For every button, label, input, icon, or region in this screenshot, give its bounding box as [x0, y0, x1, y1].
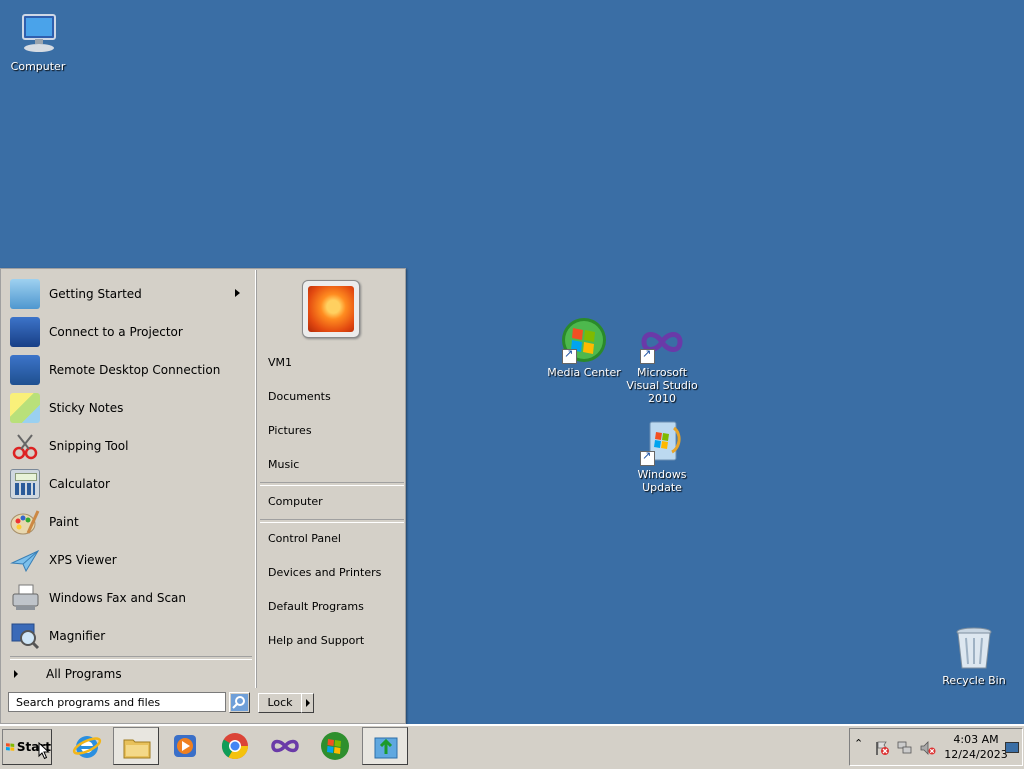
all-programs-label: All Programs — [46, 667, 122, 681]
taskbar-upload-app[interactable] — [362, 727, 408, 765]
user-picture[interactable] — [302, 280, 360, 338]
arrow-right-icon — [14, 670, 18, 678]
media-center-icon — [560, 316, 608, 364]
taskbar-windows-explorer[interactable] — [113, 727, 159, 765]
start-menu: Getting Started Connect to a Projector R… — [0, 268, 406, 724]
windows-logo-icon — [6, 743, 15, 751]
action-center-flag-icon[interactable] — [874, 740, 890, 756]
program-calculator[interactable]: Calculator — [10, 466, 250, 502]
programs-separator — [10, 656, 252, 660]
paint-icon — [10, 507, 40, 537]
getting-started-icon — [10, 279, 40, 309]
shortcut-arrow-icon — [640, 347, 655, 364]
place-music[interactable]: Music — [268, 456, 299, 474]
place-user-folder[interactable]: VM1 — [268, 354, 292, 372]
program-label: Sticky Notes — [49, 401, 124, 415]
recycle-bin-icon — [950, 624, 998, 672]
volume-muted-icon[interactable] — [920, 740, 936, 756]
internet-explorer-icon — [72, 736, 102, 758]
places-separator — [260, 482, 404, 486]
program-label: Calculator — [49, 477, 110, 491]
search-button[interactable] — [229, 692, 250, 713]
program-connect-projector[interactable]: Connect to a Projector — [10, 314, 250, 350]
sticky-notes-icon — [10, 393, 40, 423]
taskbar-internet-explorer[interactable] — [64, 727, 110, 765]
desktop-icon-label: Windows Update — [637, 468, 687, 494]
taskbar-chrome[interactable] — [212, 727, 258, 765]
network-icon[interactable] — [897, 740, 913, 756]
taskbar: Start ⌃ 4:03 AM 12/24/2023 — [0, 724, 1024, 769]
media-center-icon — [321, 732, 349, 760]
place-default-programs[interactable]: Default Programs — [268, 598, 364, 616]
visual-studio-icon — [271, 739, 299, 753]
taskbar-media-player[interactable] — [162, 727, 208, 765]
mouse-pointer-icon — [38, 742, 50, 760]
place-control-panel[interactable]: Control Panel — [268, 530, 341, 548]
notification-area: ⌃ 4:03 AM 12/24/2023 — [849, 728, 1023, 766]
desktop-icon-media-center[interactable]: Media Center — [542, 316, 626, 379]
all-programs-button[interactable]: All Programs — [10, 664, 252, 684]
show-desktop-icon[interactable] — [1005, 742, 1019, 754]
search-input[interactable]: Search programs and files — [8, 692, 226, 712]
show-hidden-icons-button[interactable]: ⌃ — [854, 737, 870, 753]
taskbar-visual-studio[interactable] — [262, 727, 308, 765]
places-separator — [260, 519, 404, 523]
shortcut-arrow-icon — [640, 449, 655, 466]
desktop-icon-visual-studio[interactable]: Microsoft Visual Studio 2010 — [620, 316, 704, 405]
program-getting-started[interactable]: Getting Started — [10, 276, 250, 312]
desktop-icon-label: Microsoft Visual Studio 2010 — [626, 366, 698, 405]
desktop-icon-computer[interactable]: Computer — [0, 10, 80, 73]
desktop-icon-label: Computer — [10, 60, 66, 73]
program-sticky-notes[interactable]: Sticky Notes — [10, 390, 250, 426]
place-computer[interactable]: Computer — [268, 493, 323, 511]
shutdown-options-button[interactable] — [301, 693, 314, 713]
fax-scan-icon — [10, 583, 40, 613]
start-menu-places-pane: VM1 Documents Pictures Music Computer Co… — [255, 270, 404, 688]
remote-desktop-icon — [10, 355, 40, 385]
windows-update-icon — [638, 418, 686, 466]
desktop-icon-recycle-bin[interactable]: Recycle Bin — [932, 624, 1016, 687]
taskbar-media-center[interactable] — [312, 727, 358, 765]
start-menu-programs-pane: Getting Started Connect to a Projector R… — [2, 270, 254, 720]
desktop-icon-windows-update[interactable]: Windows Update — [620, 418, 704, 494]
desktop-icon-label: Media Center — [547, 366, 621, 379]
lock-button[interactable]: Lock — [258, 693, 302, 713]
program-label: Remote Desktop Connection — [49, 363, 221, 377]
snipping-tool-icon — [10, 431, 40, 461]
shortcut-arrow-icon — [562, 347, 577, 364]
clock-date[interactable]: 12/24/2023 — [942, 748, 1010, 761]
program-label: XPS Viewer — [49, 553, 117, 567]
place-devices-printers[interactable]: Devices and Printers — [268, 564, 381, 582]
program-remote-desktop[interactable]: Remote Desktop Connection — [10, 352, 250, 388]
program-label: Magnifier — [49, 629, 106, 643]
xps-viewer-icon — [10, 545, 40, 575]
program-label: Paint — [49, 515, 79, 529]
place-documents[interactable]: Documents — [268, 388, 331, 406]
program-label: Getting Started — [49, 287, 142, 301]
program-fax-scan[interactable]: Windows Fax and Scan — [10, 580, 250, 616]
place-help-support[interactable]: Help and Support — [268, 632, 364, 650]
upload-app-icon — [374, 737, 398, 759]
calculator-icon — [10, 469, 40, 499]
program-label: Windows Fax and Scan — [49, 591, 187, 605]
projector-icon — [10, 317, 40, 347]
windows-explorer-icon — [123, 739, 151, 759]
flower-photo-icon — [308, 286, 354, 332]
desktop-icon-label: Recycle Bin — [942, 674, 1006, 687]
program-snipping-tool[interactable]: Snipping Tool — [10, 428, 250, 464]
magnifier-icon — [10, 621, 40, 651]
program-magnifier[interactable]: Magnifier — [10, 618, 250, 654]
program-label: Connect to a Projector — [49, 325, 183, 339]
media-player-icon — [174, 735, 196, 757]
submenu-arrow-icon — [235, 289, 240, 297]
place-pictures[interactable]: Pictures — [268, 422, 312, 440]
clock-time[interactable]: 4:03 AM — [942, 733, 1010, 746]
visual-studio-icon — [638, 316, 686, 364]
computer-icon — [14, 10, 62, 58]
program-label: Snipping Tool — [49, 439, 129, 453]
program-xps-viewer[interactable]: XPS Viewer — [10, 542, 250, 578]
search-icon — [231, 694, 248, 711]
chrome-icon — [221, 733, 249, 760]
program-paint[interactable]: Paint — [10, 504, 250, 540]
